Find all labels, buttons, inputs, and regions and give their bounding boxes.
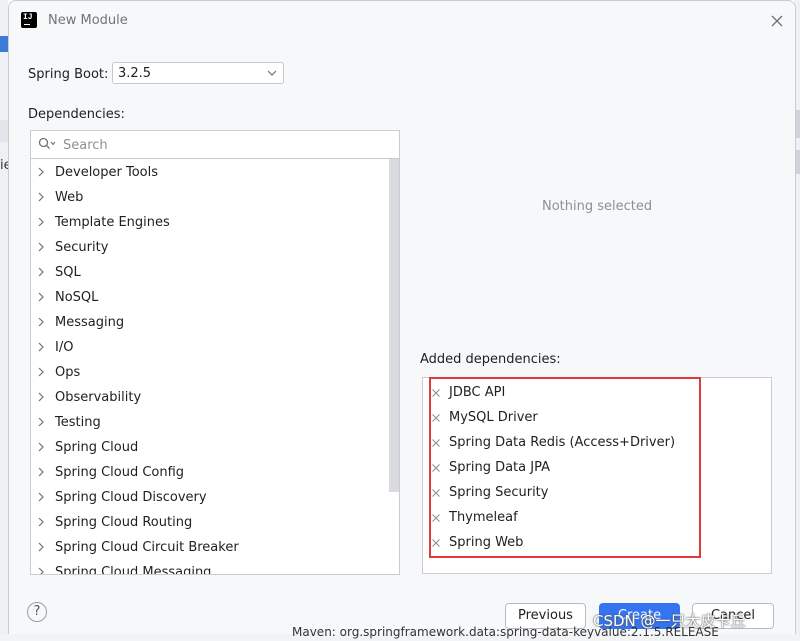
tree-item[interactable]: Security — [31, 235, 391, 260]
added-dependency-item: Spring Data JPA — [429, 458, 689, 482]
tree-item-label: Spring Cloud Discovery — [55, 490, 207, 505]
tree-item-label: Spring Cloud Messaging — [55, 565, 212, 575]
remove-icon[interactable] — [431, 538, 441, 548]
tree-item-label: Template Engines — [55, 215, 170, 230]
chevron-right-icon — [38, 517, 44, 527]
dialog-title: New Module — [48, 13, 128, 28]
tree-item-label: Observability — [55, 390, 142, 405]
remove-icon[interactable] — [431, 488, 441, 498]
background-ide-left — [0, 0, 8, 641]
background-ide-bottom: Maven: org.springframework.data:spring-d… — [0, 625, 800, 641]
chevron-right-icon — [38, 417, 44, 427]
chevron-right-icon — [38, 242, 44, 252]
added-dependency-label: Spring Web — [449, 535, 524, 550]
chevron-right-icon — [38, 292, 44, 302]
tree-item[interactable]: Spring Cloud Routing — [31, 510, 391, 535]
intellij-logo-icon: IJ — [21, 12, 37, 28]
chevron-right-icon — [38, 467, 44, 477]
tree-item-label: Messaging — [55, 315, 125, 330]
tree-scrollbar[interactable] — [389, 159, 399, 492]
background-ide-tab — [0, 120, 8, 142]
tree-item-label: Spring Cloud Routing — [55, 515, 193, 530]
help-button[interactable]: ? — [27, 602, 47, 622]
background-ide-selection — [0, 36, 8, 52]
added-dependency-label: JDBC API — [449, 385, 506, 400]
added-dependency-item: MySQL Driver — [429, 408, 689, 432]
tree-item[interactable]: Messaging — [31, 310, 391, 335]
tree-item[interactable]: Template Engines — [31, 210, 391, 235]
added-dependency-item: Thymeleaf — [429, 508, 689, 532]
added-dependency-item: Spring Security — [429, 483, 689, 507]
close-icon[interactable] — [769, 13, 785, 29]
added-dependency-item: Spring Web — [429, 533, 689, 557]
spring-boot-label: Spring Boot: — [28, 67, 109, 82]
tree-item-label: Security — [55, 240, 109, 255]
chevron-right-icon — [38, 342, 44, 352]
background-maven-text: Maven: org.springframework.data:spring-d… — [292, 625, 719, 639]
tree-item[interactable]: Web — [31, 185, 391, 210]
chevron-right-icon — [38, 267, 44, 277]
chevron-right-icon — [38, 217, 44, 227]
spring-boot-version-value: 3.2.5 — [118, 66, 152, 81]
added-dependency-item: JDBC API — [429, 383, 689, 407]
tree-item[interactable]: Spring Cloud Messaging — [31, 560, 391, 575]
tree-item[interactable]: Spring Cloud Circuit Breaker — [31, 535, 391, 560]
tree-item[interactable]: I/O — [31, 335, 391, 360]
tree-item[interactable]: Developer Tools — [31, 160, 391, 185]
tree-item[interactable]: NoSQL — [31, 285, 391, 310]
remove-icon[interactable] — [431, 413, 441, 423]
tree-item[interactable]: Ops — [31, 360, 391, 385]
dependency-category-tree: Developer Tools Web Template Engines Securi… — [30, 158, 400, 575]
tree-item-label: Web — [55, 190, 84, 205]
details-empty-text: Nothing selected — [542, 199, 653, 214]
remove-icon[interactable] — [431, 463, 441, 473]
chevron-right-icon — [38, 167, 44, 177]
search-icon[interactable] — [38, 137, 56, 151]
added-dependency-label: Spring Security — [449, 485, 549, 500]
tree-item-label: Developer Tools — [55, 165, 159, 180]
chevron-right-icon — [38, 442, 44, 452]
tree-item[interactable]: SQL — [31, 260, 391, 285]
chevron-right-icon — [38, 317, 44, 327]
chevron-right-icon — [38, 392, 44, 402]
search-input[interactable] — [61, 135, 385, 155]
tree-item-label: I/O — [55, 340, 74, 355]
chevron-right-icon — [38, 192, 44, 202]
tree-item-label: Spring Cloud Config — [55, 465, 185, 480]
dependency-search — [30, 130, 400, 158]
chevron-right-icon — [38, 492, 44, 502]
dependencies-label: Dependencies: — [28, 107, 125, 122]
tree-item-label: Testing — [55, 415, 101, 430]
added-dependencies-label: Added dependencies: — [420, 352, 561, 367]
tree-item-label: NoSQL — [55, 290, 99, 305]
tree-item[interactable]: Testing — [31, 410, 391, 435]
chevron-right-icon — [38, 567, 44, 574]
chevron-down-icon — [267, 70, 277, 76]
tree-item[interactable]: Spring Cloud Discovery — [31, 485, 391, 510]
remove-icon[interactable] — [431, 388, 441, 398]
tree-item-label: Ops — [55, 365, 81, 380]
remove-icon[interactable] — [431, 438, 441, 448]
new-module-dialog: IJ New Module Spring Boot: 3.2.5 Depende… — [8, 0, 796, 636]
added-dependency-item: Spring Data Redis (Access+Driver) — [429, 433, 689, 457]
added-dependency-label: Thymeleaf — [449, 510, 518, 525]
tree-item-label: SQL — [55, 265, 81, 280]
added-dependency-label: MySQL Driver — [449, 410, 538, 425]
tree-item[interactable]: Spring Cloud Config — [31, 460, 391, 485]
tree-item-label: Spring Cloud Circuit Breaker — [55, 540, 239, 555]
tree-item[interactable]: Spring Cloud — [31, 435, 391, 460]
tree-item[interactable]: Observability — [31, 385, 391, 410]
spring-boot-version-select[interactable]: 3.2.5 — [112, 62, 284, 84]
added-dependencies-list: JDBC API MySQL Driver Spring Data Redis (A… — [422, 377, 772, 574]
chevron-right-icon — [38, 367, 44, 377]
chevron-right-icon — [38, 542, 44, 552]
added-dependency-label: Spring Data Redis (Access+Driver) — [449, 435, 676, 450]
tree-item-label: Spring Cloud — [55, 440, 139, 455]
remove-icon[interactable] — [431, 513, 441, 523]
added-dependency-label: Spring Data JPA — [449, 460, 550, 475]
